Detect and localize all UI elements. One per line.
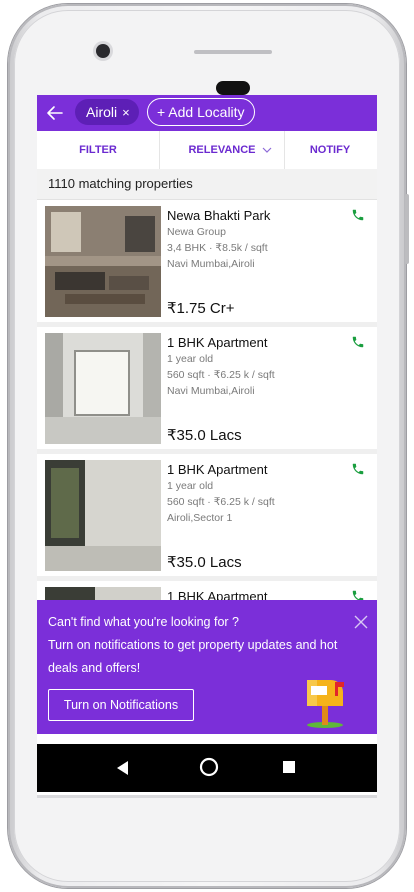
nav-recents-icon[interactable] [283,761,295,773]
list-item[interactable]: Newa Bhakti Park Newa Group 3,4 BHK · ₹8… [37,200,377,328]
chip-close-icon[interactable]: × [122,105,130,120]
property-photo [45,333,161,444]
listing-info: Newa Bhakti Park Newa Group 3,4 BHK · ₹8… [167,208,357,272]
results-count-bar: 1110 matching properties [37,169,377,200]
app-bar: Airoli × + Add Locality [37,95,377,131]
listing-info: 1 BHK Apartment 1 year old 560 sqft · ₹6… [167,462,357,526]
banner-text-line1: Turn on notifications to get property up… [48,638,338,652]
tab-relevance-label: RELEVANCE [188,144,256,156]
side-button [405,194,409,264]
listing-location: Navi Mumbai,Airoli [167,258,255,270]
listing-location: Airoli,Sector 1 [167,512,233,524]
list-item[interactable]: 1 BHK Apartment 1 year old 560 sqft · ₹6… [37,327,377,455]
arrow-left-icon[interactable] [45,103,65,123]
chevron-down-icon [262,147,272,153]
listing-config: 560 sqft · ₹6.25 k / sqft [167,369,275,381]
banner-text-line2: deals and offers! [48,661,141,675]
close-icon[interactable] [353,614,369,630]
phone-call-icon[interactable] [351,208,365,222]
listing-price: ₹35.0 Lacs [167,554,242,571]
results-count: 1110 matching properties [48,176,193,191]
nav-back-icon[interactable] [115,760,129,776]
phone-call-icon[interactable] [351,462,365,476]
add-locality-button[interactable]: + Add Locality [147,98,255,126]
listing-builder: Newa Group [167,226,226,238]
listing-title: Newa Bhakti Park [167,208,271,223]
app-screen: Airoli × + Add Locality FILTER RELEVANCE … [37,95,377,795]
nav-home-icon[interactable] [199,757,219,777]
listing-title: 1 BHK Apartment [167,462,268,477]
listing-title: 1 BHK Apartment [167,335,268,350]
screen-bottom-edge [37,795,377,798]
locality-chip[interactable]: Airoli × [75,99,139,125]
earpiece [216,81,250,95]
listing-price: ₹35.0 Lacs [167,427,242,444]
listing-age: 1 year old [167,480,214,492]
listing-location: Navi Mumbai,Airoli [167,385,255,397]
tab-filter[interactable]: FILTER [37,131,159,169]
listing-config: 3,4 BHK · ₹8.5k / sqft [167,242,268,254]
speaker-grille [194,50,272,54]
notification-banner: Can't find what you're looking for ? Tur… [37,600,377,734]
locality-chip-label: Airoli [86,104,118,120]
property-photo [45,206,161,317]
listing-price: ₹1.75 Cr+ [167,300,235,317]
front-camera [96,44,110,58]
mailbox-icon [307,680,344,728]
tab-relevance[interactable]: RELEVANCE [159,131,285,169]
turn-on-notifications-button[interactable]: Turn on Notifications [48,689,194,721]
property-photo [45,460,161,571]
tab-notify[interactable]: NOTIFY [283,131,377,169]
action-tabs: FILTER RELEVANCE NOTIFY [37,131,377,170]
listing-info: 1 BHK Apartment 1 year old 560 sqft · ₹6… [167,335,357,399]
phone-call-icon[interactable] [351,335,365,349]
android-nav-bar [37,744,377,792]
listing-config: 560 sqft · ₹6.25 k / sqft [167,496,275,508]
banner-heading: Can't find what you're looking for ? [48,615,239,629]
listing-age: 1 year old [167,353,214,365]
list-item[interactable]: 1 BHK Apartment 1 year old 560 sqft · ₹6… [37,454,377,582]
